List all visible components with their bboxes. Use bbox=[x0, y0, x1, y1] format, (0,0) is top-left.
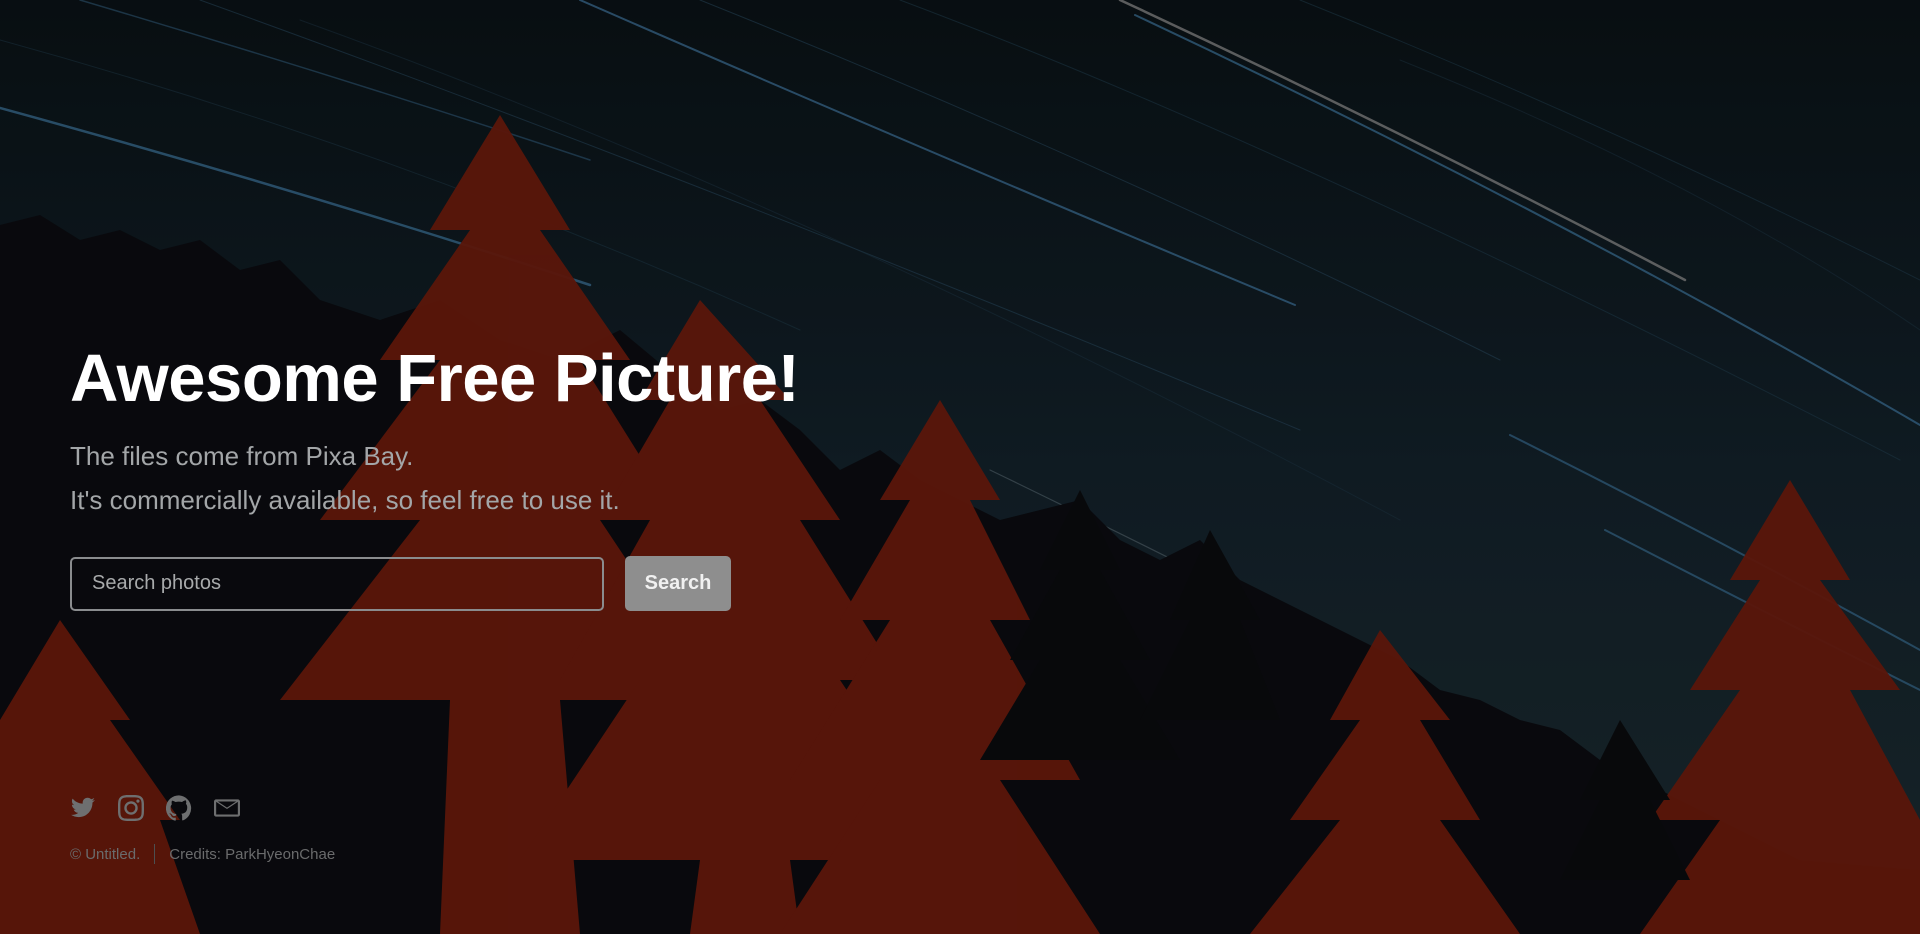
footer-divider bbox=[154, 844, 156, 864]
social-links bbox=[70, 795, 240, 821]
github-icon bbox=[166, 795, 192, 821]
instagram-link[interactable] bbox=[118, 795, 144, 821]
subtitle-line-2: It's commercially available, so feel fre… bbox=[70, 485, 620, 515]
search-button[interactable]: Search bbox=[625, 556, 731, 611]
twitter-icon bbox=[71, 797, 95, 818]
subtitle-line-1: The files come from Pixa Bay. bbox=[70, 441, 414, 471]
copyright-text: © Untitled. bbox=[70, 845, 141, 863]
twitter-link[interactable] bbox=[70, 795, 96, 821]
page-title: Awesome Free Picture! bbox=[70, 341, 800, 416]
envelope-icon bbox=[214, 799, 240, 817]
hero-background: Awesome Free Picture! The files come fro… bbox=[0, 0, 1920, 934]
search-form: Search bbox=[70, 556, 731, 611]
credits-text: Credits: ParkHyeonChae bbox=[169, 845, 336, 863]
github-link[interactable] bbox=[166, 795, 192, 821]
email-link[interactable] bbox=[214, 795, 240, 821]
footer: © Untitled. Credits: ParkHyeonChae bbox=[70, 844, 335, 864]
search-input[interactable] bbox=[70, 556, 604, 611]
hero-subtitle: The files come from Pixa Bay. It's comme… bbox=[70, 434, 890, 522]
instagram-icon bbox=[118, 795, 144, 821]
hero-content: Awesome Free Picture! The files come fro… bbox=[70, 340, 890, 522]
